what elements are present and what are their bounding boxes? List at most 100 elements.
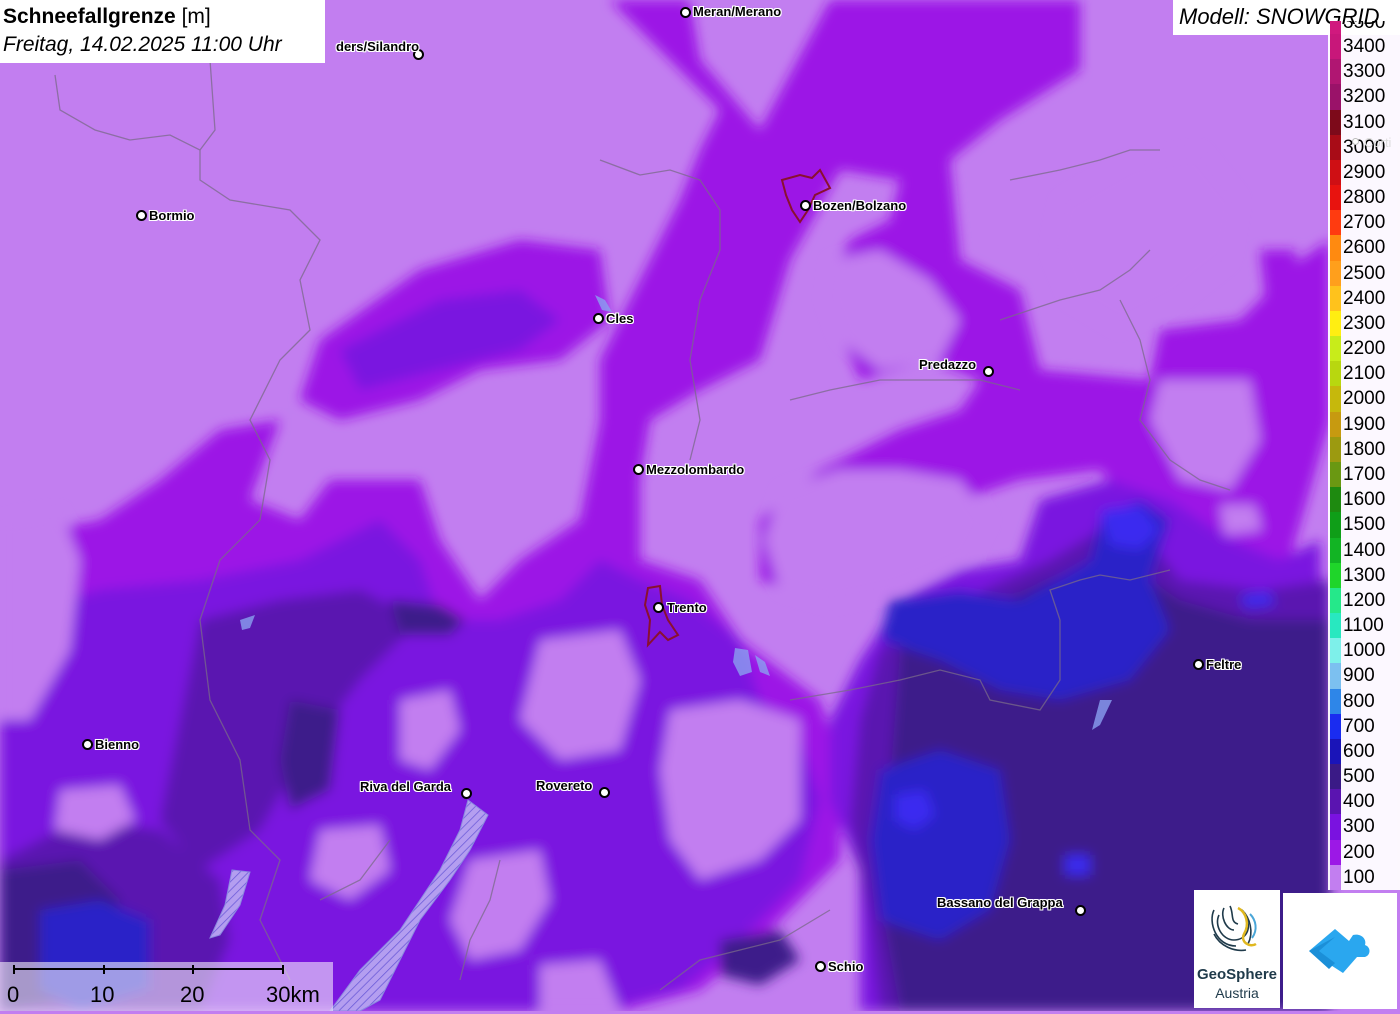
legend-label: 1300 <box>1343 564 1386 586</box>
legend-label: 1200 <box>1343 589 1386 611</box>
legend-label: 2400 <box>1343 287 1386 309</box>
legend-swatch <box>1330 839 1341 865</box>
city-label: Bassano del Grappa <box>937 895 1063 910</box>
legend-label: 2700 <box>1343 212 1386 234</box>
legend-row: 2600 <box>1328 235 1400 261</box>
city-dot <box>1352 138 1359 145</box>
legend-row: 3300 <box>1328 59 1400 85</box>
legend-row: 1200 <box>1328 587 1400 614</box>
legend-row: 2100 <box>1328 361 1400 387</box>
legend-swatch <box>1330 361 1341 387</box>
legend-label: 3500 <box>1343 21 1386 33</box>
weather-app-logo[interactable] <box>1283 893 1397 1009</box>
city-label: Rovereto <box>536 778 593 793</box>
city-dot <box>1193 659 1204 670</box>
city-dot <box>1075 905 1086 916</box>
legend-swatch <box>1330 185 1341 211</box>
legend-swatch <box>1330 512 1341 538</box>
snowline-map[interactable] <box>0 0 1400 1011</box>
legend-row: 2900 <box>1328 159 1400 186</box>
legend-row: 700 <box>1328 713 1400 739</box>
legend-swatch <box>1330 336 1341 362</box>
legend-row: 1900 <box>1328 411 1400 437</box>
city-label: Bienno <box>95 737 140 752</box>
legend-swatch <box>1330 310 1341 337</box>
city-dot <box>599 787 610 798</box>
legend-row: 2000 <box>1328 386 1400 412</box>
legend-swatch <box>1330 713 1341 739</box>
legend-swatch <box>1330 587 1341 614</box>
map-title-box: Schneefallgrenze [m] Freitag, 14.02.2025… <box>0 0 325 63</box>
legend-row: 1300 <box>1328 562 1400 588</box>
legend-swatch <box>1330 814 1341 840</box>
legend-swatch <box>1330 210 1341 236</box>
city-label: Riva del Garda <box>360 779 452 794</box>
city-label: Trento <box>667 600 707 615</box>
legend-swatch <box>1330 84 1341 110</box>
legend-row: 1500 <box>1328 512 1400 538</box>
cloud-arrow-icon <box>1309 929 1370 973</box>
legend-label: 3200 <box>1343 86 1386 108</box>
scale-label: 30km <box>266 982 320 1007</box>
legend-swatch <box>1330 462 1341 488</box>
legend-swatch <box>1330 864 1341 890</box>
legend-swatch <box>1330 59 1341 85</box>
city-label: Cles <box>606 311 634 326</box>
city-label: Meran/Merano <box>693 4 782 19</box>
city-dot <box>983 366 994 377</box>
legend-label: 1000 <box>1343 640 1386 662</box>
city-dot <box>800 200 811 211</box>
legend-row: 600 <box>1328 738 1400 765</box>
legend-swatch <box>1330 613 1341 639</box>
legend-swatch <box>1330 537 1341 563</box>
legend-label: 700 <box>1343 715 1375 737</box>
legend-row: 2500 <box>1328 260 1400 286</box>
city-dot <box>461 788 472 799</box>
legend-swatch <box>1330 663 1341 689</box>
geosphere-logo[interactable]: GeoSphere Austria <box>1194 890 1280 1008</box>
legend-row: 1100 <box>1328 613 1400 639</box>
city-dot <box>815 961 826 972</box>
city-label: Bozen/Bolzano <box>813 198 907 213</box>
city-dot <box>680 7 691 18</box>
legend-label: 2000 <box>1343 388 1386 410</box>
legend-row: 200 <box>1328 839 1400 865</box>
legend-swatch <box>1330 34 1341 60</box>
legend-label: 3300 <box>1343 61 1386 83</box>
legend-label: 2800 <box>1343 187 1386 209</box>
legend-swatch <box>1330 562 1341 588</box>
legend-row: 900 <box>1328 663 1400 689</box>
legend-row: 1600 <box>1328 487 1400 513</box>
legend-row: 400 <box>1328 789 1400 815</box>
legend-row: 3400 <box>1328 34 1400 60</box>
legend-swatch <box>1330 21 1341 34</box>
city-label: ders/Silandro <box>336 39 420 54</box>
legend-swatch <box>1330 411 1341 437</box>
title-unit: [m] <box>181 5 211 28</box>
legend-row: 2300 <box>1328 310 1400 337</box>
legend-row: 2200 <box>1328 336 1400 362</box>
legend-swatch <box>1330 386 1341 412</box>
legend-label: 1700 <box>1343 464 1386 485</box>
legend-label: 500 <box>1343 766 1375 788</box>
scale-bar: 0 10 20 30km <box>0 962 333 1011</box>
legend-label: 2900 <box>1343 161 1386 183</box>
legend-row: 800 <box>1328 688 1400 714</box>
scale-label: 0 <box>7 982 20 1007</box>
map-title: Schneefallgrenze [m] <box>3 3 322 31</box>
geosphere-logo-country: Austria <box>1215 985 1259 1001</box>
geosphere-icon <box>1211 905 1257 952</box>
legend-row: 100 <box>1328 864 1400 890</box>
legend-label: 600 <box>1343 740 1375 762</box>
legend-label: 1500 <box>1343 514 1386 536</box>
legend-label: 400 <box>1343 791 1375 813</box>
city-label: Corti <box>1364 135 1392 150</box>
legend-row: 2400 <box>1328 285 1400 311</box>
legend-row: 1700 <box>1328 462 1400 488</box>
legend-swatch <box>1330 436 1341 462</box>
legend-label: 900 <box>1343 665 1375 687</box>
legend-swatch <box>1330 487 1341 513</box>
legend-swatch <box>1330 159 1341 186</box>
geosphere-logo-name: GeoSphere <box>1196 966 1278 983</box>
legend-swatch <box>1330 109 1341 135</box>
